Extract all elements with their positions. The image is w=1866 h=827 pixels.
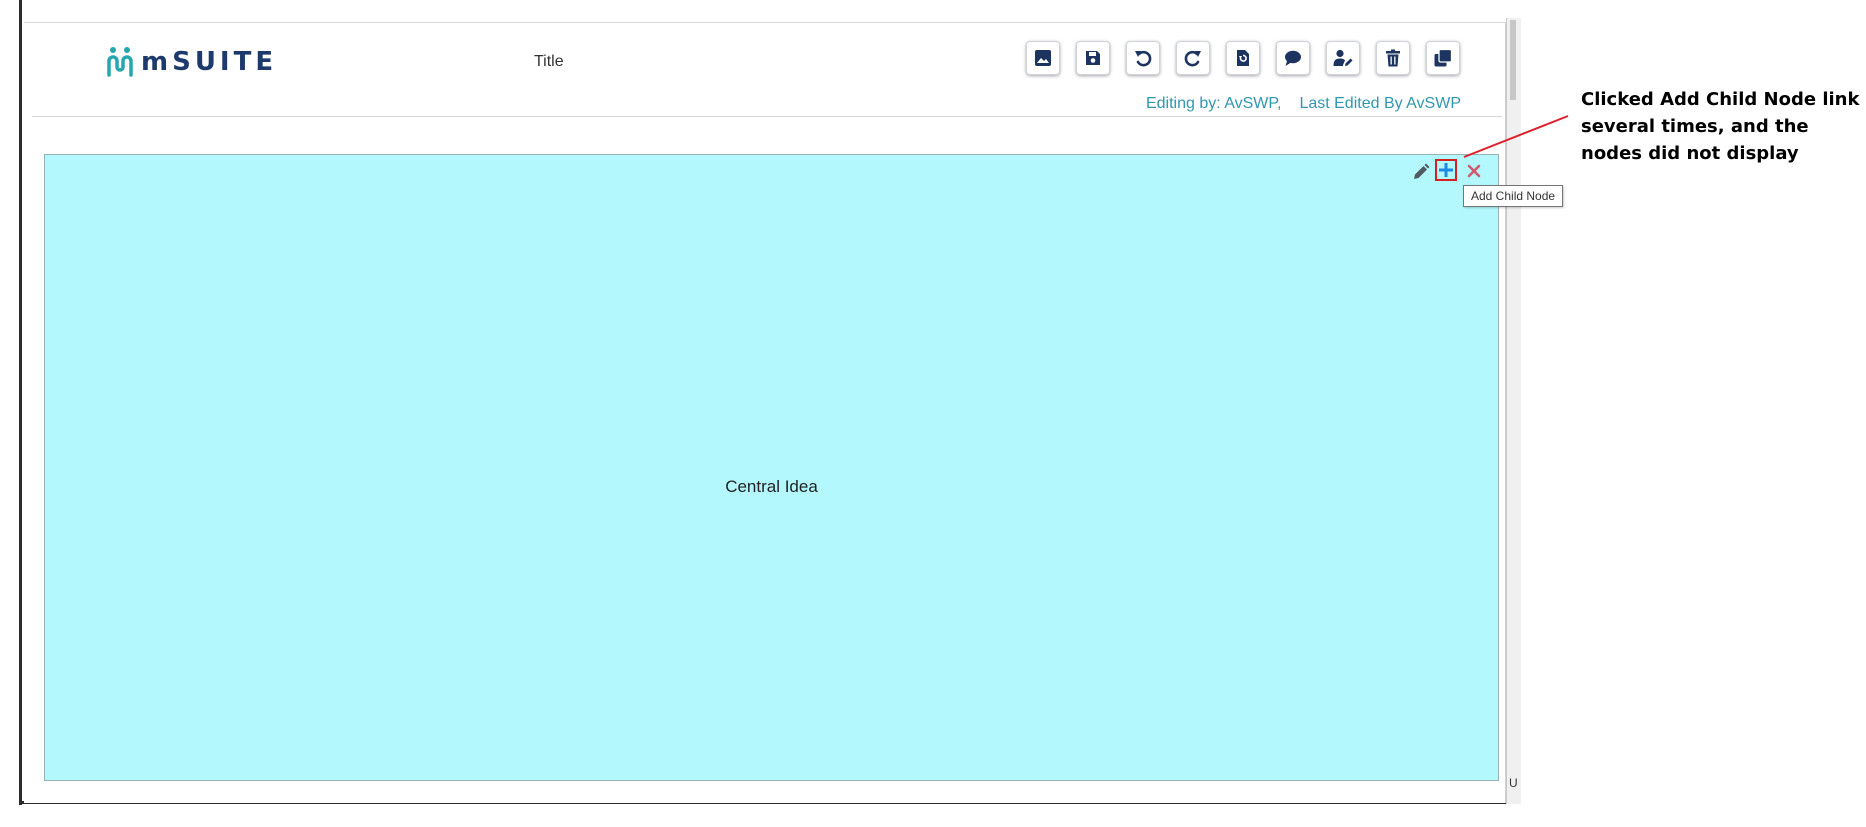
plus-icon: [1439, 163, 1453, 177]
image-button[interactable]: [1026, 41, 1060, 75]
file-restore-icon: [1237, 50, 1249, 66]
edit-node-button[interactable]: [1411, 162, 1431, 182]
last-edited-by-text: Last Edited By AvSWP: [1299, 95, 1461, 112]
remove-node-button[interactable]: [1464, 161, 1484, 181]
delete-button[interactable]: [1376, 41, 1410, 75]
background-window-letter: U: [1509, 776, 1518, 790]
comment-icon: [1285, 50, 1301, 66]
close-icon: [1467, 164, 1481, 178]
undo-icon: [1135, 50, 1152, 67]
add-child-node-tooltip: Add Child Node: [1463, 185, 1564, 207]
edit-status: Editing by: AvSWP, Last Edited By AvSWP: [1146, 95, 1461, 113]
redo-button[interactable]: [1176, 41, 1210, 75]
toolbar: [1026, 41, 1460, 75]
central-idea-node[interactable]: Central Idea: [45, 477, 1498, 497]
add-child-node-button[interactable]: [1435, 159, 1457, 181]
image-icon: [1035, 50, 1051, 66]
annotation-text: Clicked Add Child Node link several time…: [1581, 89, 1860, 164]
background-window-scrollbar[interactable]: U: [1506, 18, 1521, 804]
editing-by-text: Editing by: AvSWP,: [1145, 95, 1282, 112]
save-button[interactable]: [1076, 41, 1110, 75]
comment-button[interactable]: [1276, 41, 1310, 75]
window-left-edge: [19, 0, 22, 805]
copy-icon: [1434, 48, 1453, 67]
scrollbar-thumb[interactable]: [1510, 20, 1516, 100]
mindmap-editor-window: mSUITE Title Editing by: AvSWP, Last Edi…: [24, 22, 1506, 803]
user-edit-icon: [1333, 49, 1353, 66]
undo-button[interactable]: [1126, 41, 1160, 75]
copy-button[interactable]: [1426, 41, 1460, 75]
trash-icon: [1386, 49, 1400, 67]
msuite-logo: mSUITE: [105, 45, 277, 79]
node-toolbar: [1398, 159, 1498, 187]
logo-text: mSUITE: [141, 47, 278, 77]
pencil-icon: [1414, 163, 1430, 179]
header-divider: [32, 116, 1502, 117]
restore-button[interactable]: [1226, 41, 1260, 75]
save-icon: [1086, 51, 1100, 65]
document-title[interactable]: Title: [534, 53, 564, 71]
mindmap-canvas[interactable]: Central Idea: [44, 154, 1499, 781]
edit-user-button[interactable]: [1326, 41, 1360, 75]
redo-icon: [1184, 50, 1201, 67]
people-logo-icon: [107, 47, 133, 77]
